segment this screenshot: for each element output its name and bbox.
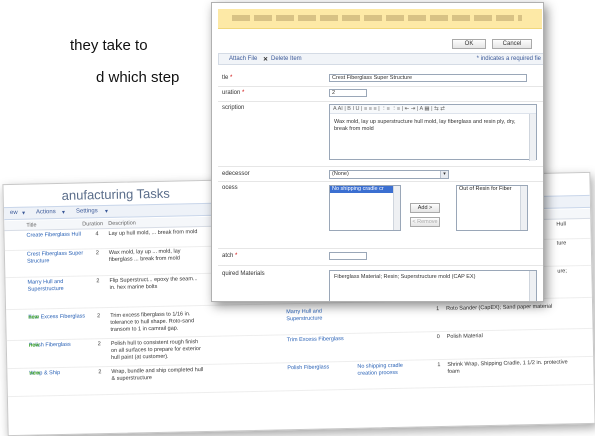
- required-star: *: [235, 253, 238, 259]
- materials-field[interactable]: Fiberglass Material; Resin; Superstructu…: [329, 270, 537, 301]
- batch-label-text: atch: [222, 253, 234, 259]
- editor-scrollbar[interactable]: [529, 114, 536, 161]
- task-duration: 2: [96, 278, 100, 285]
- predecessor-select[interactable]: (None) ▾: [329, 170, 449, 179]
- task-description: Trim excess fiberglass to 1/16 in. toler…: [110, 311, 195, 333]
- task-count: 1: [437, 362, 441, 369]
- banner-text-blur: [232, 15, 522, 21]
- task-title-link[interactable]: Create Fiberglass Hull: [26, 231, 86, 239]
- divider: [218, 248, 543, 249]
- list-title: anufacturing Tasks: [61, 185, 170, 203]
- dialog-banner: [218, 9, 542, 29]
- list-scrollbar[interactable]: [393, 186, 400, 230]
- task-duration: 2: [95, 250, 99, 257]
- task-duration: 2: [97, 341, 101, 348]
- clipped-cell-text: ure;: [557, 268, 567, 275]
- task-title-link[interactable]: Polish Fiberglass new: [29, 341, 89, 349]
- predecessor-selected-value: (None): [332, 171, 349, 177]
- clipped-cell-text: Hull: [556, 221, 566, 228]
- description-label: scription: [222, 105, 245, 111]
- required-field-note: * indicates a required fie: [476, 56, 541, 62]
- actions-menu[interactable]: Actions: [36, 209, 56, 215]
- divider: [218, 181, 543, 182]
- new-badge: new: [29, 370, 41, 377]
- required-star: *: [230, 75, 233, 81]
- document-body-text: they take to d which step: [0, 34, 200, 89]
- process-link[interactable]: No shipping cradle creation process: [357, 363, 417, 378]
- attach-file-button[interactable]: Attach File: [229, 56, 257, 62]
- predecessor-link[interactable]: Polish Fiberglass: [287, 364, 347, 372]
- divider: [218, 265, 543, 266]
- delete-icon[interactable]: ✕: [263, 56, 268, 63]
- new-menu-chevron-icon[interactable]: ▾: [22, 210, 25, 217]
- cancel-button[interactable]: Cancel: [492, 39, 532, 49]
- task-duration: 4: [95, 231, 99, 238]
- materials-scrollbar[interactable]: [529, 271, 536, 301]
- duration-field[interactable]: 2: [329, 89, 367, 97]
- list-item[interactable]: No shipping cradle cr: [330, 186, 400, 193]
- task-description: Flip Superstruct... epoxy the seam... in…: [109, 276, 198, 291]
- column-header-duration[interactable]: Duration: [82, 221, 103, 227]
- task-duration: 2: [97, 313, 101, 320]
- task-title-link[interactable]: Crest Fiberglass Super Structure: [27, 250, 87, 265]
- actions-chevron-icon[interactable]: ▾: [62, 209, 65, 216]
- column-header-title[interactable]: Title: [26, 222, 36, 228]
- new-menu[interactable]: ew: [10, 210, 18, 216]
- task-title-link[interactable]: Trim Excess Fiberglass new: [28, 313, 88, 320]
- rich-text-toolbar[interactable]: A AI | B I U | ≡ ≡ ≡ | ⋮≡ ⋮≡ | ⇤ ⇥ | A ▦…: [330, 105, 536, 114]
- duration-label-text: uration: [222, 90, 241, 96]
- new-badge: new: [28, 314, 39, 321]
- divider: [218, 101, 543, 102]
- ok-button[interactable]: OK: [452, 39, 486, 49]
- task-materials: Roto Sander (CapEX); Sand paper material: [446, 303, 553, 312]
- clipped-cell-text: ture: [556, 240, 567, 247]
- divider: [218, 166, 543, 167]
- task-description: Wrap, bundle and ship completed hull & s…: [111, 367, 204, 382]
- task-count: 0: [436, 334, 440, 341]
- task-title-link[interactable]: Wrap & Ship new: [29, 369, 89, 377]
- doc-text-line-2: d which step: [96, 69, 180, 86]
- title-label: tle *: [222, 75, 232, 81]
- duration-label: uration *: [222, 90, 244, 96]
- task-duration: 2: [98, 369, 102, 376]
- task-description: Polish hull to consistent rough finish o…: [110, 339, 201, 361]
- divider: [218, 86, 543, 87]
- remove-button[interactable]: < Remove: [410, 217, 440, 227]
- title-field[interactable]: Crest Fiberglass Super Structure: [329, 74, 527, 82]
- task-title-link[interactable]: Marry Hull and Superstructure: [27, 278, 87, 293]
- doc-text-line-1: they take to: [70, 37, 148, 54]
- selected-process-list[interactable]: No shipping cradle cr: [329, 185, 401, 231]
- batch-field[interactable]: [329, 252, 367, 260]
- predecessor-link[interactable]: Marry Hull and Superstructure: [286, 308, 346, 323]
- description-editor[interactable]: A AI | B I U | ≡ ≡ ≡ | ⋮≡ ⋮≡ | ⇤ ⇥ | A ▦…: [329, 104, 537, 161]
- batch-label: atch *: [222, 253, 237, 259]
- column-header-description[interactable]: Description: [108, 220, 136, 227]
- materials-label: quired Materials: [222, 271, 265, 277]
- list-scrollbar[interactable]: [520, 186, 527, 230]
- predecessor-link[interactable]: Trim Excess Fiberglass: [287, 336, 347, 344]
- process-label: ocess: [222, 185, 238, 191]
- add-button[interactable]: Add >: [410, 203, 440, 213]
- predecessor-label: edecessor: [222, 171, 250, 177]
- task-materials: Shrink Wrap, Shipping Cradle, 1 1/2 in. …: [447, 359, 568, 375]
- task-materials: Polish Material: [446, 333, 483, 340]
- form-toolbar: Attach File ✕ Delete Item * indicates a …: [218, 53, 543, 65]
- materials-text[interactable]: Fiberglass Material; Resin; Superstructu…: [334, 274, 529, 281]
- description-text[interactable]: Wax mold, lay up superstructure hull mol…: [334, 119, 529, 133]
- task-description: Wax mold, lay up ... mold, lay fiberglas…: [108, 248, 181, 263]
- delete-item-button[interactable]: Delete Item: [271, 56, 302, 62]
- title-label-text: tle: [222, 75, 229, 81]
- required-star: *: [242, 90, 245, 96]
- edit-item-dialog: OK Cancel Attach File ✕ Delete Item * in…: [211, 2, 544, 302]
- list-item[interactable]: Out of Resin for Fiber: [457, 186, 527, 193]
- new-badge: new: [28, 342, 40, 349]
- settings-chevron-icon[interactable]: ▾: [105, 208, 108, 215]
- available-process-list[interactable]: Out of Resin for Fiber: [456, 185, 528, 231]
- settings-menu[interactable]: Settings: [76, 208, 98, 214]
- task-count: 1: [436, 306, 440, 313]
- chevron-down-icon[interactable]: ▾: [440, 171, 448, 178]
- task-description: Lay up hull mold, ... break from mold: [108, 229, 198, 237]
